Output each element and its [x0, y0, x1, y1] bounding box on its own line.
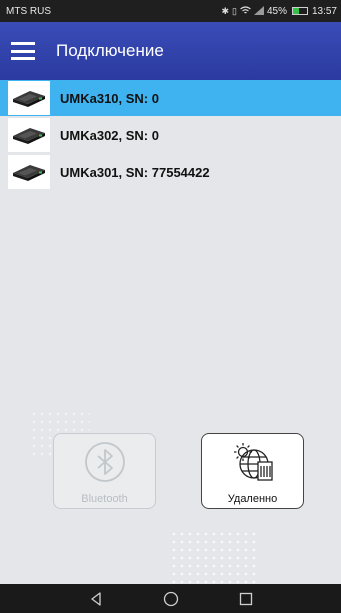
carrier-name: MTS RUS [6, 5, 51, 17]
status-icons: ✱ ▯ 45% 13:57 [221, 5, 337, 17]
navigation-bar [0, 584, 341, 613]
battery-percent: 45% [266, 5, 287, 17]
status-bar: MTS RUS ✱ ▯ 45% 13:57 [0, 0, 341, 22]
hamburger-menu-icon[interactable] [11, 42, 35, 60]
bluetooth-button[interactable]: Bluetooth [53, 433, 156, 509]
device-list-item[interactable]: UMKa310, SN: 0 [0, 80, 341, 116]
remote-button-label: Удаленно [227, 493, 278, 505]
signal-icon [253, 5, 264, 17]
wifi-icon [240, 5, 251, 17]
device-list-item[interactable]: UMKa302, SN: 0 [0, 117, 341, 153]
recents-square-icon[interactable] [236, 589, 256, 609]
battery-icon [291, 7, 308, 15]
bluetooth-button-label: Bluetooth [81, 493, 128, 505]
clock: 13:57 [311, 5, 337, 17]
vibrate-icon: ▯ [232, 5, 237, 16]
remote-connection-icon [230, 440, 276, 489]
device-thumbnail-icon [8, 81, 50, 115]
background-dot-pattern [170, 530, 260, 584]
device-list-item[interactable]: UMKa301, SN: 77554422 [0, 154, 341, 190]
device-thumbnail-icon [8, 155, 50, 189]
bluetooth-status-icon: ✱ [221, 5, 229, 16]
app-bar: Подключение [0, 22, 341, 80]
device-thumbnail-icon [8, 118, 50, 152]
device-list: UMKa310, SN: 0 UMKa302, SN: 0 UMKa301, SN:… [0, 80, 341, 191]
bluetooth-icon [83, 440, 127, 489]
device-label: UMKa310, SN: 0 [60, 90, 159, 106]
remote-button[interactable]: Удаленно [201, 433, 304, 509]
back-triangle-icon[interactable] [86, 589, 106, 609]
device-label: UMKa301, SN: 77554422 [60, 164, 210, 180]
home-circle-icon[interactable] [161, 589, 181, 609]
page-title: Подключение [56, 41, 164, 60]
device-label: UMKa302, SN: 0 [60, 127, 159, 143]
